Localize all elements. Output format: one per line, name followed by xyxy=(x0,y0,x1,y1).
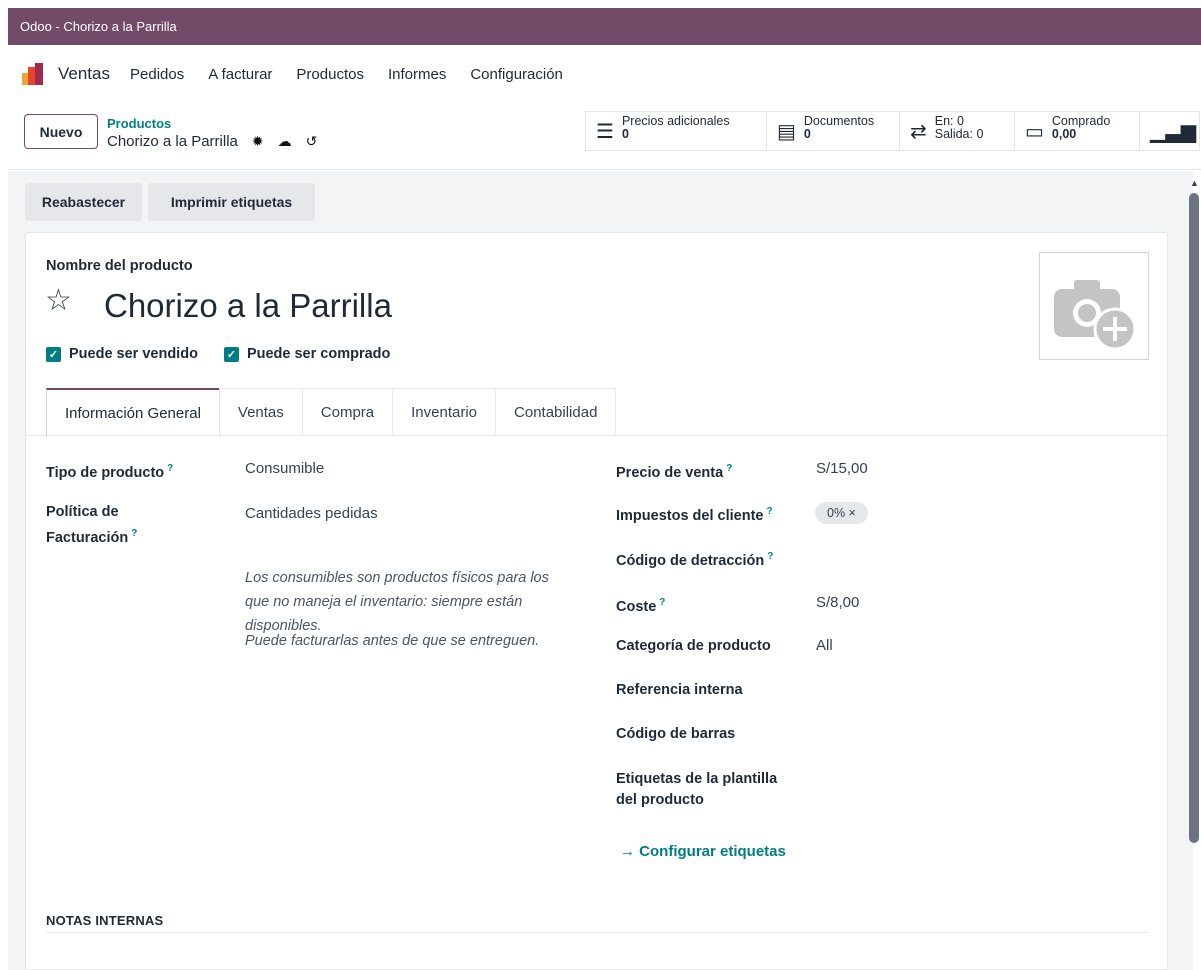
form-tabs: Información General Ventas Compra Invent… xyxy=(46,388,617,437)
nav-item-to-invoice[interactable]: A facturar xyxy=(208,66,272,83)
tab-general-info[interactable]: Información General xyxy=(46,388,220,437)
list-icon: ☰ xyxy=(596,121,614,143)
stat-value: 0,00 xyxy=(1051,127,1077,141)
invoice-policy-field[interactable]: Cantidades pedidas xyxy=(245,505,378,522)
product-category-field[interactable]: All xyxy=(816,637,833,654)
stat-label: Comprado xyxy=(1051,114,1111,128)
print-labels-button[interactable]: Imprimir etiquetas xyxy=(148,183,315,221)
tab-accounting[interactable]: Contabilidad xyxy=(495,388,617,436)
customer-taxes-label: Impuestos del cliente? xyxy=(616,506,773,524)
cost-label: Coste? xyxy=(616,597,666,615)
internal-notes-label: NOTAS INTERNAS xyxy=(46,913,164,928)
breadcrumb: Chorizo a la Parrilla ✹ ☁ ↺ xyxy=(107,133,317,150)
app-logo-icon[interactable] xyxy=(22,63,44,85)
window-title: Odoo - Chorizo a la Parrilla xyxy=(8,8,1201,45)
document-icon: ▤ xyxy=(777,121,796,143)
stat-label: En: 0 xyxy=(934,114,964,128)
internal-notes-divider xyxy=(46,932,1148,933)
help-icon[interactable]: ? xyxy=(766,506,772,517)
tab-inventory[interactable]: Inventario xyxy=(392,388,497,436)
stat-button-sold[interactable]: ▁▃▆ Ve0, xyxy=(1140,112,1200,150)
star-icon[interactable]: ☆ xyxy=(45,283,72,318)
replenish-button[interactable]: Reabastecer xyxy=(25,183,142,221)
nav-item-reports[interactable]: Informes xyxy=(388,66,446,83)
can-be-purchased-checkbox[interactable]: ✓ xyxy=(223,346,239,362)
can-be-sold-checkbox[interactable]: ✓ xyxy=(46,346,61,362)
stat-button-documents[interactable]: ▤ Documentos 0 xyxy=(767,112,900,150)
nav-app-name[interactable]: Ventas xyxy=(58,64,110,84)
help-icon[interactable]: ? xyxy=(659,597,665,608)
control-panel: Nuevo Productos Chorizo a la Parrilla ✹ … xyxy=(8,104,1201,170)
tab-purchase[interactable]: Compra xyxy=(301,388,394,436)
stat-label: Documentos xyxy=(803,114,875,128)
internal-reference-label: Referencia interna xyxy=(616,682,743,698)
product-name-label: Nombre del producto xyxy=(46,258,193,274)
cloud-upload-icon[interactable]: ☁ xyxy=(278,133,292,150)
nav-item-orders[interactable]: Pedidos xyxy=(130,66,184,83)
scrollbar-thumb[interactable] xyxy=(1189,193,1199,843)
nav-item-products[interactable]: Productos xyxy=(296,66,364,83)
stat-buttons: ☰ Precios adicionales 0 ▤ Documentos 0 ⇄ E… xyxy=(585,111,1200,151)
stat-label: Precios adicionales xyxy=(621,114,730,128)
can-be-sold-label: Puede ser vendido xyxy=(69,346,198,362)
configure-tags-link[interactable]: → Configurar etiquetas xyxy=(620,843,786,860)
gear-icon[interactable]: ✹ xyxy=(252,133,264,150)
breadcrumb-parent[interactable]: Productos xyxy=(107,116,171,131)
template-tags-label: Etiquetas de la plantilla del producto xyxy=(616,771,778,808)
tax-tag[interactable]: 0% × xyxy=(815,502,868,524)
can-be-purchased-label: Puede ser comprado xyxy=(246,346,391,362)
bar-chart-icon: ▁▃▆ xyxy=(1150,121,1197,143)
new-button[interactable]: Nuevo xyxy=(24,114,98,149)
product-image-upload[interactable] xyxy=(1039,252,1149,360)
breadcrumb-current: Chorizo a la Parrilla xyxy=(107,133,238,150)
product-category-label: Categoría de producto xyxy=(616,638,771,654)
help-icon[interactable]: ? xyxy=(131,528,137,539)
help-icon[interactable]: ? xyxy=(167,463,173,474)
stat-value: Salida: 0 xyxy=(934,127,984,141)
stat-button-in-out[interactable]: ⇄ En: 0 Salida: 0 xyxy=(900,112,1015,150)
invoice-policy-help: Puede facturarlas antes de que se entreg… xyxy=(245,633,540,649)
product-type-label: Tipo de producto? xyxy=(46,463,174,481)
cost-field[interactable]: S/8,00 xyxy=(816,594,859,611)
stat-button-extra-prices[interactable]: ☰ Precios adicionales 0 xyxy=(586,112,767,150)
help-icon[interactable]: ? xyxy=(767,551,773,562)
product-type-field[interactable]: Consumible xyxy=(245,460,324,477)
help-icon[interactable]: ? xyxy=(726,463,732,474)
sale-price-field[interactable]: S/15,00 xyxy=(816,460,868,477)
form-sheet: Nombre del producto ☆ Chorizo a la Parri… xyxy=(25,232,1168,970)
product-flags: ✓ Puede ser vendido ✓ Puede ser comprado xyxy=(46,346,390,362)
scroll-up-icon[interactable]: ▲ xyxy=(1190,178,1199,188)
main-navbar: Ventas Pedidos A facturar Productos Info… xyxy=(8,48,1201,100)
tab-divider xyxy=(26,435,1167,436)
detraction-code-label: Código de detracción? xyxy=(616,551,774,569)
sale-price-label: Precio de venta? xyxy=(616,463,733,481)
invoice-policy-label: Política de Facturación? xyxy=(46,504,138,546)
camera-plus-icon xyxy=(1054,280,1137,351)
transfer-icon: ⇄ xyxy=(910,121,927,143)
card-icon: ▭ xyxy=(1025,121,1044,143)
barcode-label: Código de barras xyxy=(616,726,736,742)
product-name-field[interactable]: Chorizo a la Parrilla xyxy=(104,287,392,325)
product-type-help: Los consumibles son productos físicos pa… xyxy=(245,570,549,634)
nav-item-configuration[interactable]: Configuración xyxy=(470,66,563,83)
stat-value: 0 xyxy=(803,127,811,141)
discard-icon[interactable]: ↺ xyxy=(306,133,318,150)
stat-button-purchased[interactable]: ▭ Comprado 0,00 xyxy=(1015,112,1140,150)
stat-value: 0 xyxy=(621,127,629,141)
tab-sales[interactable]: Ventas xyxy=(218,388,303,436)
